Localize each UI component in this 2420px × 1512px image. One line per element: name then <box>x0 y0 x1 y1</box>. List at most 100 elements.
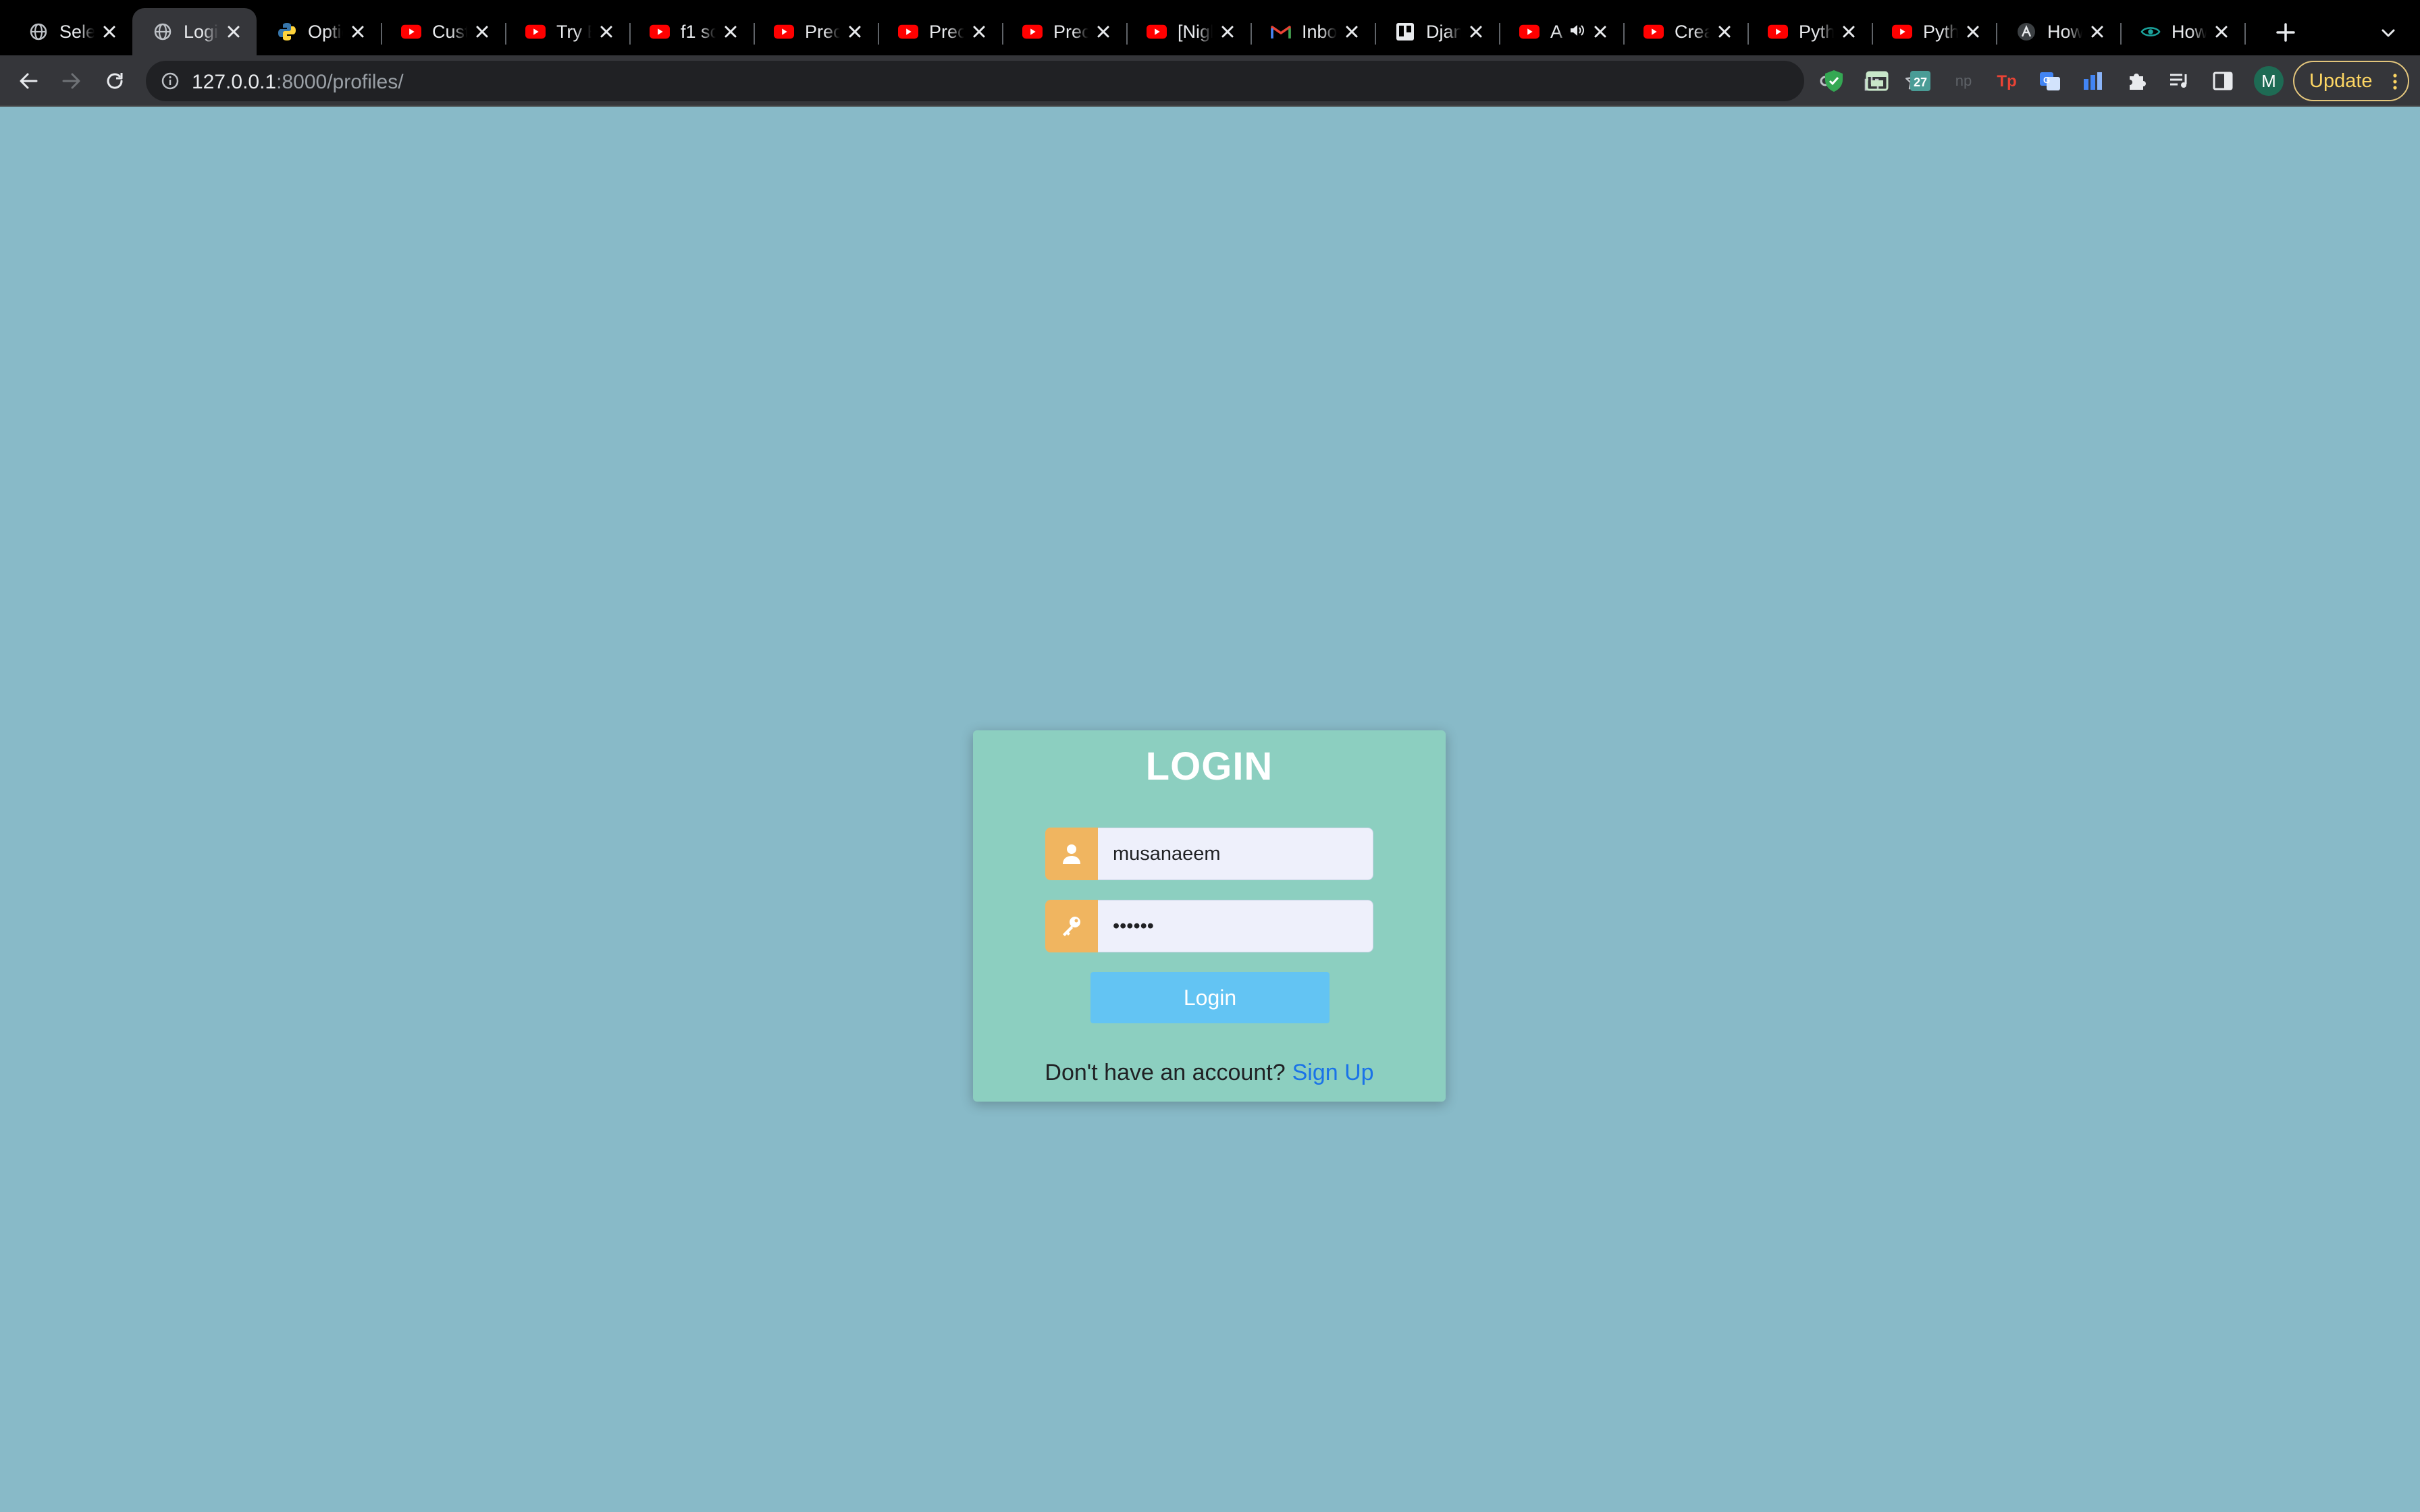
password-addon <box>1045 900 1098 952</box>
close-tab-icon[interactable] <box>100 22 119 41</box>
close-tab-icon[interactable] <box>473 22 492 41</box>
tab-title: [Nigh <box>1178 21 1213 42</box>
close-tab-icon[interactable] <box>970 22 989 41</box>
youtube-icon <box>1022 22 1043 42</box>
browser-tab[interactable]: Selec <box>8 8 132 55</box>
youtube-icon <box>1519 22 1540 42</box>
browser-tab[interactable]: Inbox <box>1251 8 1376 55</box>
username-addon <box>1045 828 1098 880</box>
tab-title: Djang <box>1426 21 1461 42</box>
login-button[interactable]: Login <box>1090 972 1330 1023</box>
browser-tab[interactable]: Try E <box>505 8 631 55</box>
tab-title: Inbox <box>1302 21 1337 42</box>
python-icon <box>277 22 297 42</box>
browser-tab[interactable]: How <box>2120 8 2246 55</box>
gmail-icon <box>1271 22 1291 42</box>
tab-title: How <box>2172 21 2207 42</box>
login-title: LOGIN <box>1145 745 1273 788</box>
browser-tab[interactable]: Login <box>132 8 257 55</box>
browser-tab[interactable]: How <box>1996 8 2122 55</box>
close-tab-icon[interactable] <box>1715 22 1734 41</box>
tp-icon: Tp <box>1997 72 2016 90</box>
close-tab-icon[interactable] <box>1839 22 1858 41</box>
new-tab-button[interactable] <box>2273 20 2298 45</box>
tab-title: Optic <box>308 21 343 42</box>
browser-tab[interactable]: Pytho <box>1747 8 1873 55</box>
key-icon <box>1063 917 1080 936</box>
browser-tab[interactable]: [Nigh <box>1126 8 1252 55</box>
side-panel-icon <box>2213 72 2233 90</box>
tab-title: Selec <box>59 21 95 42</box>
media-control-button[interactable] <box>2166 68 2193 94</box>
tab-title: How <box>2047 21 2082 42</box>
browser-tab[interactable]: f1 sc <box>629 8 755 55</box>
profile-avatar[interactable]: M <box>2254 66 2284 96</box>
tab-search-button[interactable] <box>2377 22 2400 45</box>
arrow-left-icon <box>20 73 38 89</box>
tab-title: Preci <box>929 21 964 42</box>
extensions-button[interactable] <box>2123 68 2150 94</box>
browser-tab[interactable]: Custo <box>381 8 506 55</box>
extension-translate[interactable]: G <box>2036 68 2063 94</box>
reload-icon <box>107 73 123 89</box>
login-card: LOGIN musanaeem •••••• Login Don't have … <box>973 730 1446 1102</box>
browser-tab[interactable]: Preci <box>878 8 1003 55</box>
audio-playing-icon[interactable] <box>1569 24 1584 40</box>
browser-tab[interactable]: Preci <box>754 8 879 55</box>
side-panel-button[interactable] <box>2209 68 2236 94</box>
close-tab-icon[interactable] <box>845 22 864 41</box>
window-icon <box>1866 71 1889 91</box>
close-tab-icon[interactable] <box>2088 22 2107 41</box>
tab-strip: Selec Login Optic Custo Try E f1 sc Preci Preci… <box>0 0 2420 55</box>
close-tab-icon[interactable] <box>597 22 616 41</box>
close-tab-icon[interactable] <box>721 22 740 41</box>
back-button[interactable] <box>15 68 42 94</box>
username-input[interactable]: musanaeem <box>1098 828 1373 880</box>
svg-text:np: np <box>1955 72 1972 89</box>
tab-title: Login <box>184 21 219 42</box>
address-bar[interactable]: 127.0.0.1:8000/profiles/ <box>146 61 1924 101</box>
eye-icon <box>2140 22 2161 42</box>
close-tab-icon[interactable] <box>1591 22 1610 41</box>
close-tab-icon[interactable] <box>1467 22 1485 41</box>
youtube-icon <box>525 22 546 42</box>
close-tab-icon[interactable] <box>1964 22 1982 41</box>
extension-chart[interactable] <box>2080 68 2107 94</box>
more-vertical-icon <box>2393 74 2397 90</box>
browser-tab[interactable]: Pytho <box>1872 8 1997 55</box>
signup-link[interactable]: Sign Up <box>1292 1060 1374 1085</box>
close-tab-icon[interactable] <box>348 22 367 41</box>
extension-window[interactable] <box>1864 68 1891 94</box>
extension-shield[interactable] <box>1820 68 1847 94</box>
trello-icon <box>1395 22 1415 42</box>
signup-prompt: Don't have an account? <box>1045 1060 1286 1085</box>
browser-tab[interactable]: Djang <box>1375 8 1500 55</box>
tab-title: A <box>1550 21 1563 42</box>
youtube-icon <box>650 22 670 42</box>
url-text: 127.0.0.1:8000/profiles/ <box>192 71 404 94</box>
extension-tp[interactable]: Tp <box>1993 68 2020 94</box>
close-tab-icon[interactable] <box>224 22 243 41</box>
close-tab-icon[interactable] <box>1094 22 1113 41</box>
reload-button[interactable] <box>101 68 128 94</box>
forward-button[interactable] <box>58 68 85 94</box>
plus-icon <box>2276 23 2295 42</box>
extension-calendar[interactable]: 27 <box>1907 68 1934 94</box>
tab-separator <box>2244 23 2246 45</box>
browser-tab[interactable]: A <box>1499 8 1625 55</box>
browser-tab[interactable]: Optic <box>257 8 382 55</box>
close-tab-icon[interactable] <box>2212 22 2231 41</box>
password-input[interactable]: •••••• <box>1098 900 1373 952</box>
close-tab-icon[interactable] <box>1218 22 1237 41</box>
close-tab-icon[interactable] <box>1342 22 1361 41</box>
youtube-icon <box>1892 22 1912 42</box>
browser-tab[interactable]: Crea <box>1623 8 1749 55</box>
youtube-icon <box>1643 22 1664 42</box>
password-field: •••••• <box>1045 900 1373 952</box>
browser-tab[interactable]: Preci <box>1002 8 1128 55</box>
update-button[interactable]: Update <box>2293 61 2409 101</box>
arrow-right-icon <box>62 73 80 89</box>
svg-text:Tp: Tp <box>1997 72 2016 90</box>
calendar-27-icon: 27 <box>1910 71 1930 91</box>
extension-np[interactable]: np <box>1950 68 1977 94</box>
